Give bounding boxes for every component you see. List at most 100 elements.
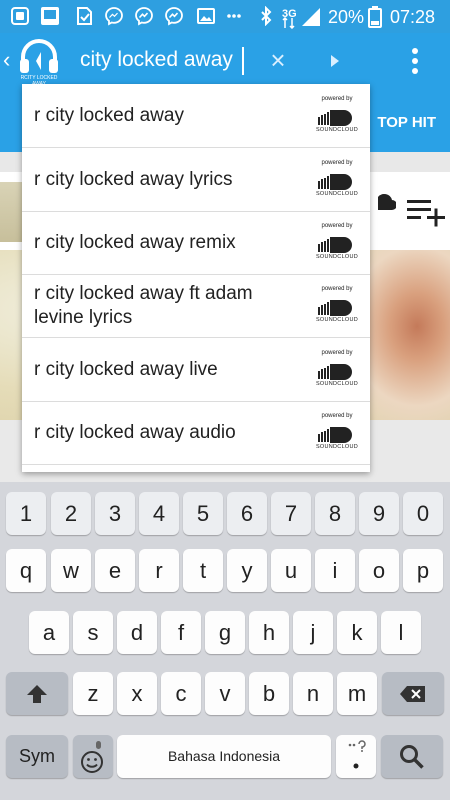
suggestion-item[interactable]: r city locked away powered by SOUNDCLOUD: [22, 84, 370, 148]
badge-top-text: powered by: [321, 286, 353, 292]
document-icon: [77, 7, 92, 25]
suggestion-item[interactable]: r city locked away lyrics powered by SOU…: [22, 148, 370, 212]
battery-percentage: 20%: [328, 7, 365, 27]
back-chevron-icon[interactable]: ‹: [3, 47, 10, 73]
key-t[interactable]: t: [183, 549, 223, 592]
key-j[interactable]: j: [293, 611, 333, 654]
key-c[interactable]: c: [161, 672, 201, 715]
punctuation-icon: [348, 739, 366, 768]
key-o[interactable]: o: [359, 549, 399, 592]
key-v[interactable]: v: [205, 672, 245, 715]
key-5[interactable]: 5: [183, 492, 223, 535]
key-s[interactable]: s: [73, 611, 113, 654]
key-h[interactable]: h: [249, 611, 289, 654]
bluetooth-icon: [261, 6, 272, 26]
punctuation-key[interactable]: [336, 735, 376, 778]
clear-search-button[interactable]: ×: [264, 43, 292, 77]
app-logo[interactable]: RCITY LOCKED AWAY: [14, 37, 64, 87]
messenger-icon: [165, 7, 183, 26]
sym-key[interactable]: Sym: [6, 735, 68, 778]
key-n[interactable]: n: [293, 672, 333, 715]
suggestion-item[interactable]: r city locked away ft adam levine lyrics…: [22, 274, 370, 338]
suggestion-text: r city locked away live: [34, 358, 218, 380]
badge-bottom-text: SOUNDCLOUD: [315, 127, 359, 133]
key-f[interactable]: f: [161, 611, 201, 654]
key-3[interactable]: 3: [95, 492, 135, 535]
powered-by-soundcloud-badge: powered by SOUNDCLOUD: [314, 223, 360, 263]
key-q[interactable]: q: [6, 549, 46, 592]
more-notifications-icon: [227, 14, 241, 18]
play-arrow-icon[interactable]: [325, 47, 345, 75]
app-bar: ‹ RCITY LOCKED AWAY ×: [0, 33, 450, 90]
badge-top-text: powered by: [321, 223, 353, 229]
emoji-mic-icon: [81, 740, 103, 773]
key-e[interactable]: e: [95, 549, 135, 592]
key-i[interactable]: i: [315, 549, 355, 592]
emoji-key[interactable]: [73, 735, 113, 778]
powered-by-soundcloud-badge: powered by SOUNDCLOUD: [314, 160, 360, 200]
suggestion-item[interactable]: r city locked away audio powered by SOUN…: [22, 401, 370, 465]
shift-key[interactable]: [6, 672, 68, 715]
key-r[interactable]: r: [139, 549, 179, 592]
badge-bottom-text: SOUNDCLOUD: [315, 317, 359, 323]
badge-top-text: powered by: [321, 413, 353, 419]
search-key[interactable]: [381, 735, 443, 778]
key-2[interactable]: 2: [51, 492, 91, 535]
suggestion-item[interactable]: r city locked away live powered by SOUND…: [22, 338, 370, 402]
key-a[interactable]: a: [29, 611, 69, 654]
badge-bottom-text: SOUNDCLOUD: [315, 444, 359, 450]
menu-dot: [412, 58, 418, 64]
key-6[interactable]: 6: [227, 492, 267, 535]
key-g[interactable]: g: [205, 611, 245, 654]
key-y[interactable]: y: [227, 549, 267, 592]
key-4[interactable]: 4: [139, 492, 179, 535]
status-bar: 3G 20% 07:28: [0, 0, 450, 33]
image-icon: [197, 8, 215, 24]
data-arrows-icon: [282, 17, 295, 29]
key-x[interactable]: x: [117, 672, 157, 715]
key-b[interactable]: b: [249, 672, 289, 715]
powered-by-soundcloud-badge: powered by SOUNDCLOUD: [314, 350, 360, 390]
suggestion-text: r city locked away: [34, 104, 184, 126]
space-key[interactable]: Bahasa Indonesia: [117, 735, 331, 778]
suggestion-text: r city locked away ft adam levine lyrics: [34, 282, 253, 328]
suggestion-text: r city locked away audio: [34, 421, 236, 443]
key-d[interactable]: d: [117, 611, 157, 654]
key-m[interactable]: m: [337, 672, 377, 715]
key-p[interactable]: p: [403, 549, 443, 592]
soundcloud-icon: [318, 110, 352, 126]
soundcloud-icon: [318, 237, 352, 253]
signal-icon: [302, 8, 320, 26]
messenger-icon: [135, 7, 153, 26]
soundcloud-icon: [318, 427, 352, 443]
badge-bottom-text: SOUNDCLOUD: [315, 191, 359, 197]
overflow-menu-button[interactable]: [405, 45, 425, 77]
soundcloud-icon: [318, 174, 352, 190]
key-k[interactable]: k: [337, 611, 377, 654]
on-screen-keyboard: 1 2 3 4 5 6 7 8 9 0 q w e r t y u i o p …: [0, 482, 450, 800]
key-0[interactable]: 0: [403, 492, 443, 535]
badge-top-text: powered by: [321, 160, 353, 166]
search-suggestions-dropdown: r city locked away powered by SOUNDCLOUD…: [22, 84, 370, 472]
key-z[interactable]: z: [73, 672, 113, 715]
key-l[interactable]: l: [381, 611, 421, 654]
key-u[interactable]: u: [271, 549, 311, 592]
suggestion-text: r city locked away remix: [34, 231, 236, 253]
key-7[interactable]: 7: [271, 492, 311, 535]
powered-by-soundcloud-badge: powered by SOUNDCLOUD: [314, 413, 360, 453]
suggestion-item[interactable]: r city locked away remix powered by SOUN…: [22, 211, 370, 275]
search-input[interactable]: [80, 43, 265, 77]
soundcloud-icon: [370, 194, 396, 210]
tab-top-hit[interactable]: TOP HIT: [377, 114, 436, 131]
key-8[interactable]: 8: [315, 492, 355, 535]
search-icon: [400, 744, 424, 769]
key-1[interactable]: 1: [6, 492, 46, 535]
shift-arrow-icon: [27, 684, 47, 703]
menu-dot: [412, 48, 418, 54]
backspace-icon: [400, 685, 425, 702]
messenger-icon: [105, 7, 123, 26]
playlist-add-icon[interactable]: [405, 194, 447, 228]
backspace-key[interactable]: [382, 672, 444, 715]
key-w[interactable]: w: [51, 549, 91, 592]
key-9[interactable]: 9: [359, 492, 399, 535]
